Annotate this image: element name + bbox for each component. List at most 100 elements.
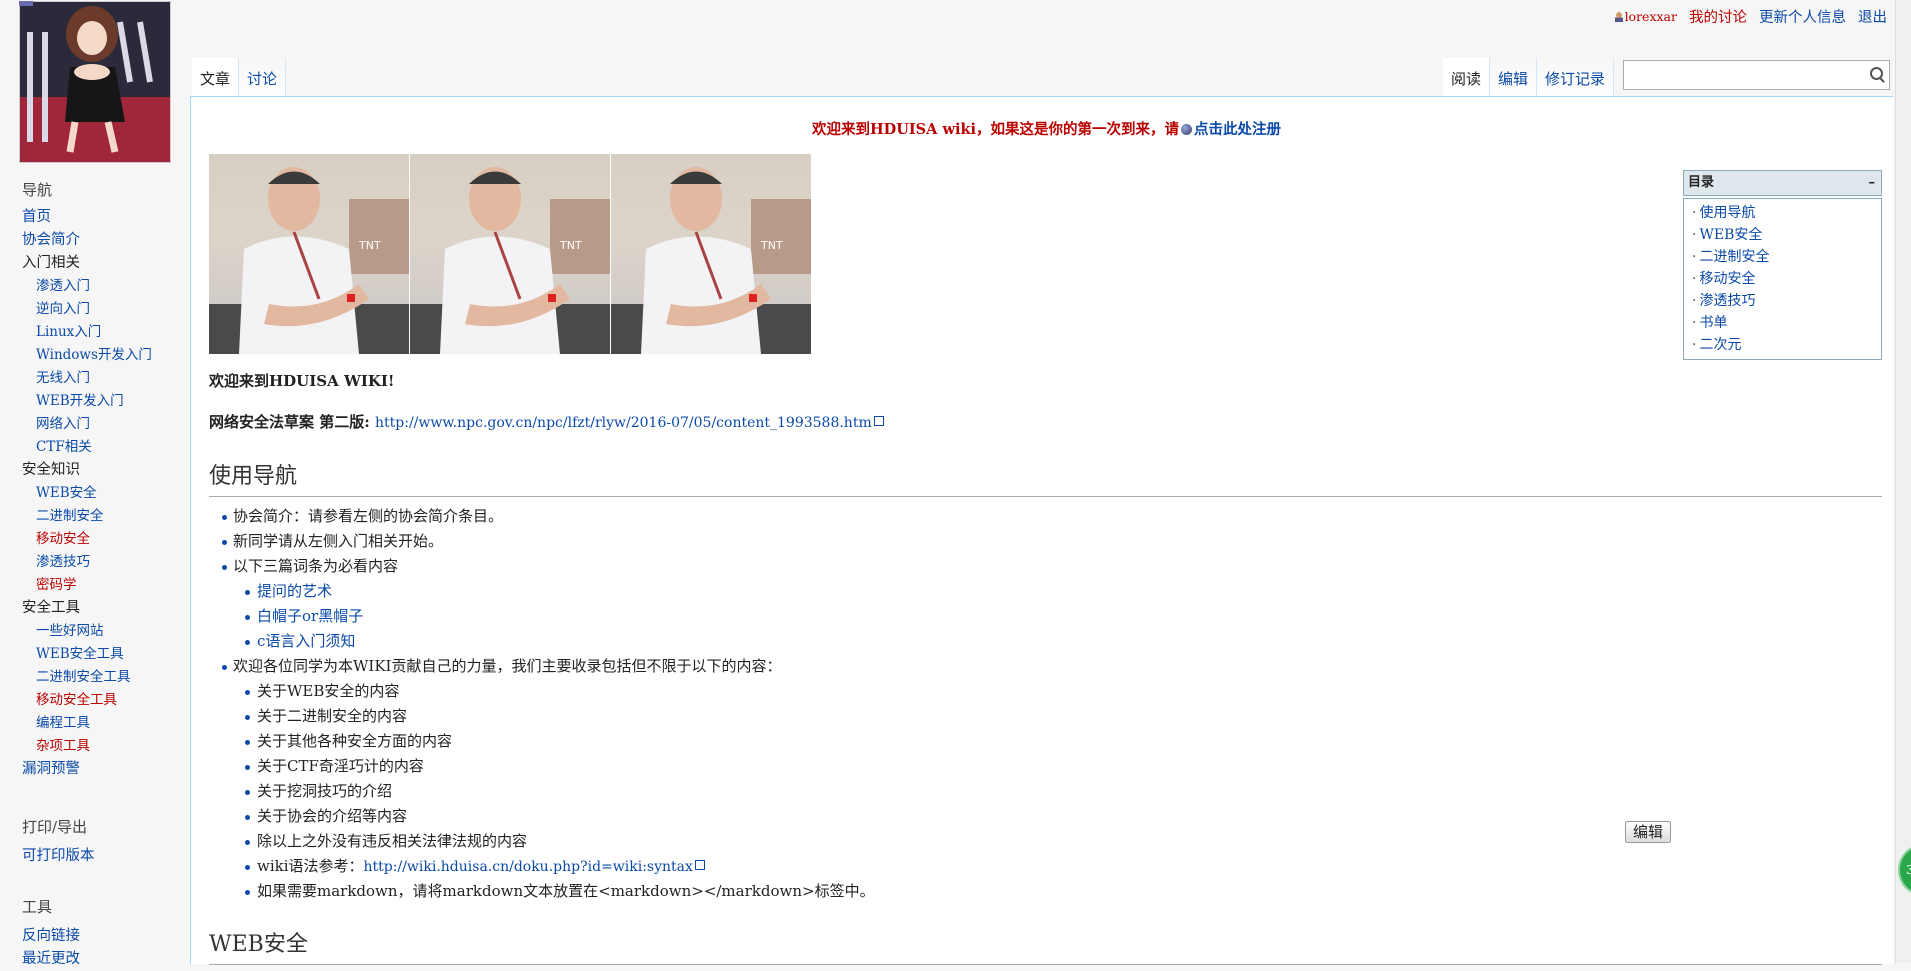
sidebar-item[interactable]: 渗透入门 — [0, 275, 180, 298]
tools-list: 反向链接 最近更改 — [0, 925, 180, 971]
toc-body: 使用导航WEB安全二进制安全移动安全渗透技巧书单二次元 — [1683, 198, 1882, 360]
tools-heading: 工具 — [22, 898, 53, 916]
section-heading-web: WEB安全 — [209, 926, 1882, 965]
sidebar-item[interactable]: 密码学 — [0, 574, 180, 597]
toc-item[interactable]: 二次元 — [1684, 334, 1881, 356]
sidebar-item[interactable]: 渗透技巧 — [0, 551, 180, 574]
sidebar-item[interactable]: 无线入门 — [0, 367, 180, 390]
svg-text:TNT: TNT — [760, 239, 783, 252]
photo: TNT — [611, 154, 811, 354]
logout-link[interactable]: 退出 — [1858, 6, 1887, 27]
toc-toggle-icon[interactable]: – — [1869, 171, 1876, 195]
toc-item[interactable]: 移动安全 — [1684, 268, 1881, 290]
list-item: 关于挖洞技巧的介绍 — [209, 779, 875, 804]
toc-item[interactable]: WEB安全 — [1684, 224, 1881, 246]
syntax-link[interactable]: http://wiki.hduisa.cn/doku.php?id=wiki:s… — [364, 859, 705, 875]
search-box — [1623, 60, 1890, 90]
user-icon — [1614, 11, 1623, 22]
section-heading-nav: 使用导航 — [209, 458, 1882, 497]
print-list: 可打印版本 — [0, 845, 180, 868]
logo-badge — [19, 1, 33, 6]
sidebar-item[interactable]: 二进制安全 — [0, 505, 180, 528]
list-item: 除以上之外没有违反相关法律法规的内容 — [209, 829, 875, 854]
toc-item[interactable]: 二进制安全 — [1684, 246, 1881, 268]
sidebar-item: 安全知识 — [22, 462, 80, 478]
nav-heading: 导航 — [22, 181, 53, 199]
tab-history[interactable]: 修订记录 — [1537, 58, 1615, 96]
scrollbar[interactable] — [1895, 0, 1911, 963]
law-line: 网络安全法草案 第二版: http://www.npc.gov.cn/npc/l… — [209, 411, 884, 432]
sidebar-item[interactable]: 移动安全工具 — [0, 689, 180, 712]
sidebar-item[interactable]: 首页 — [0, 206, 180, 229]
svg-text:TNT: TNT — [559, 239, 582, 252]
notice-text: 欢迎来到HDUISA wiki，如果这是你的第一次到来，请 — [811, 121, 1179, 138]
register-link[interactable]: 点击此处注册 — [1194, 121, 1281, 138]
personal-tools: lorexxar 我的讨论 更新个人信息 退出 — [1614, 6, 1887, 27]
tab-read[interactable]: 阅读 — [1443, 58, 1491, 96]
law-link[interactable]: http://www.npc.gov.cn/npc/lfzt/rlyw/2016… — [375, 415, 884, 431]
print-portal: 打印/导出 可打印版本 — [0, 815, 180, 868]
list-item: wiki语法参考：http://wiki.hduisa.cn/doku.php?… — [209, 854, 875, 879]
toc-header[interactable]: 目录 – — [1683, 170, 1882, 196]
sidebar-item: 安全工具 — [22, 600, 80, 616]
sidebar-item: 入门相关 — [22, 255, 80, 271]
sidebar-item[interactable]: 一些好网站 — [0, 620, 180, 643]
list-item[interactable]: 提问的艺术 — [209, 579, 875, 604]
update-profile-link[interactable]: 更新个人信息 — [1759, 6, 1846, 27]
globe-icon — [1181, 124, 1192, 135]
tab-article[interactable]: 文章 — [192, 58, 240, 96]
toc-item[interactable]: 书单 — [1684, 312, 1881, 334]
sidebar-item-backlinks[interactable]: 反向链接 — [0, 925, 180, 948]
list-item: 协会简介：请参看左侧的协会简介条目。 — [209, 504, 875, 529]
law-label: 网络安全法草案 第二版: — [209, 413, 370, 431]
site-logo[interactable] — [19, 1, 171, 163]
sidebar-item[interactable]: 二进制安全工具 — [0, 666, 180, 689]
nav-guide-list: 协会简介：请参看左侧的协会简介条目。 新同学请从左侧入门相关开始。 以下三篇词条… — [209, 504, 875, 904]
sidebar-item[interactable]: 漏洞预警 — [0, 758, 180, 781]
namespace-tabs: 文章 讨论 — [192, 58, 287, 96]
view-tabs: 阅读 编辑 修订记录 — [1443, 58, 1615, 96]
photo: TNT — [209, 154, 409, 354]
sidebar-item[interactable]: 杂项工具 — [0, 735, 180, 758]
list-item: 以下三篇词条为必看内容 — [209, 554, 875, 579]
sidebar-item[interactable]: WEB安全工具 — [0, 643, 180, 666]
table-of-contents: 目录 – 使用导航WEB安全二进制安全移动安全渗透技巧书单二次元 — [1683, 170, 1882, 360]
photo: TNT — [410, 154, 610, 354]
sidebar-item[interactable]: Linux入门 — [0, 321, 180, 344]
list-item: 关于WEB安全的内容 — [209, 679, 875, 704]
sidebar-item[interactable]: 移动安全 — [0, 528, 180, 551]
sidebar-item-printable[interactable]: 可打印版本 — [0, 845, 180, 868]
print-heading: 打印/导出 — [22, 818, 88, 836]
sidebar-item-recent-changes[interactable]: 最近更改 — [0, 948, 180, 971]
user-link[interactable]: lorexxar — [1614, 9, 1677, 24]
welcome-text: 欢迎来到HDUISA WIKI! — [209, 372, 395, 390]
list-item: 新同学请从左侧入门相关开始。 — [209, 529, 875, 554]
my-discussion-link[interactable]: 我的讨论 — [1689, 6, 1747, 27]
search-icon[interactable] — [1870, 67, 1883, 80]
list-item: 关于其他各种安全方面的内容 — [209, 729, 875, 754]
external-link-icon — [873, 416, 884, 426]
tab-discussion[interactable]: 讨论 — [239, 58, 287, 96]
list-item[interactable]: 白帽子or黑帽子 — [209, 604, 875, 629]
sidebar-item[interactable]: Windows开发入门 — [0, 344, 180, 367]
sidebar-item[interactable]: CTF相关 — [0, 436, 180, 459]
tab-edit[interactable]: 编辑 — [1490, 58, 1538, 96]
list-item: 关于二进制安全的内容 — [209, 704, 875, 729]
search-input[interactable] — [1628, 61, 1867, 89]
sidebar: 导航 首页 协会简介入门相关渗透入门 逆向入门 Linux入门 Windows开发入门无… — [0, 0, 190, 967]
sidebar-item[interactable]: WEB安全 — [0, 482, 180, 505]
sidebar-item[interactable]: WEB开发入门 — [0, 390, 180, 413]
external-link-icon — [694, 860, 705, 870]
list-item[interactable]: c语言入门须知 — [209, 629, 875, 654]
toc-item[interactable]: 渗透技巧 — [1684, 290, 1881, 312]
sidebar-item[interactable]: 编程工具 — [0, 712, 180, 735]
tools-portal: 工具 反向链接 最近更改 — [0, 895, 180, 971]
sidebar-item[interactable]: 网络入门 — [0, 413, 180, 436]
list-item: 关于协会的介绍等内容 — [209, 804, 875, 829]
svg-text:TNT: TNT — [358, 239, 381, 252]
list-item: 欢迎各位同学为本WIKI贡献自己的力量，我们主要收录包括但不限于以下的内容： — [209, 654, 875, 679]
sidebar-item[interactable]: 协会简介 — [0, 229, 180, 252]
toc-item[interactable]: 使用导航 — [1684, 202, 1881, 224]
sidebar-item[interactable]: 逆向入门 — [0, 298, 180, 321]
section-edit-button[interactable]: 编辑 — [1625, 821, 1671, 843]
